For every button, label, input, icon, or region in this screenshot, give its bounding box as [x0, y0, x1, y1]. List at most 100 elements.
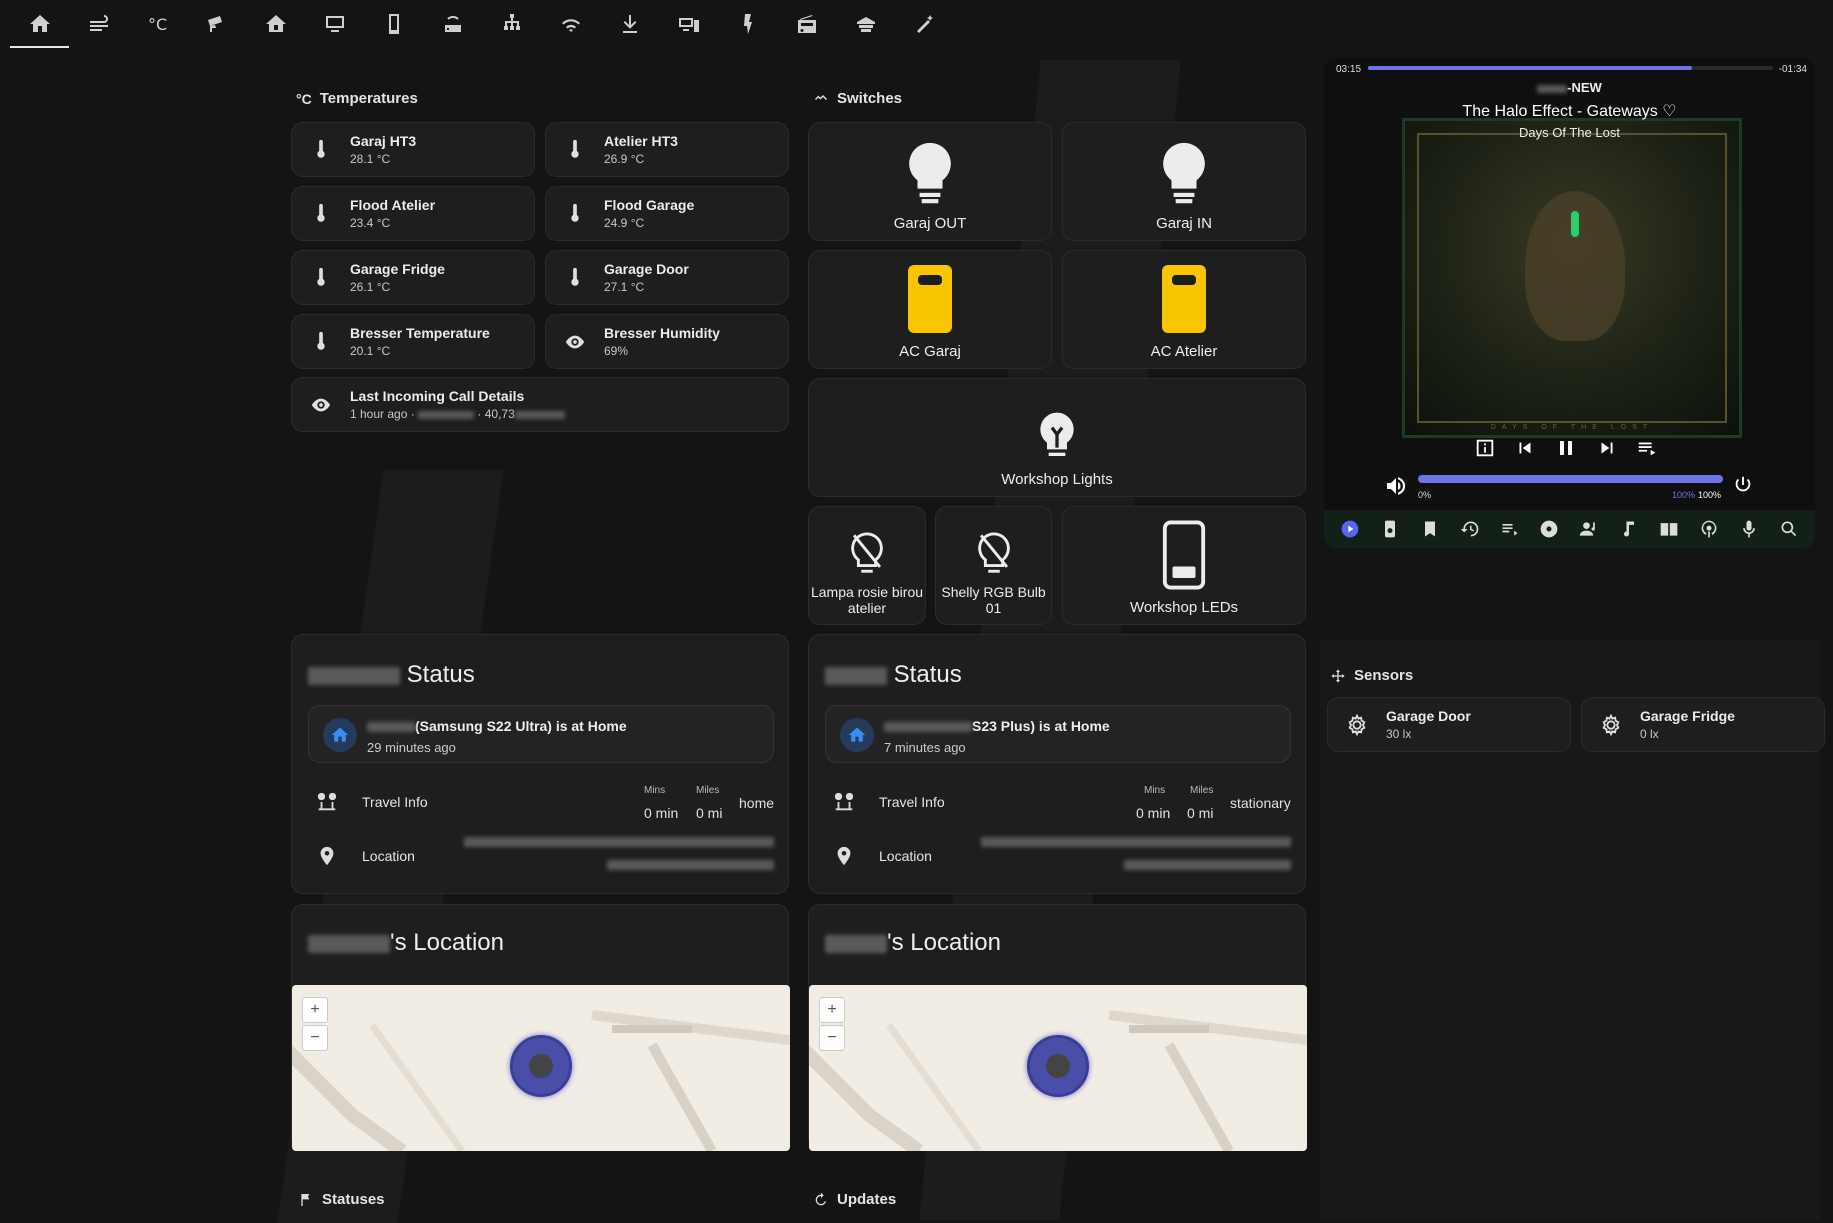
eye-icon	[546, 331, 604, 353]
person1-marker[interactable]	[510, 1035, 572, 1097]
switch-garaj-in[interactable]: Garaj IN	[1062, 122, 1306, 241]
temperature-name: Garage Fridge	[350, 261, 445, 277]
download-icon	[622, 15, 637, 33]
temperature-card[interactable]: Flood Atelier 23.4 °C	[291, 186, 535, 241]
switch-label: AC Garaj	[899, 342, 961, 360]
library-icon[interactable]	[1659, 519, 1679, 539]
person2-map[interactable]: + −	[809, 985, 1307, 1151]
zoom-out-icon[interactable]: −	[819, 1025, 845, 1051]
volume-track[interactable]	[1418, 475, 1723, 483]
temperature-name: Garage Door	[604, 261, 689, 277]
queue-icon[interactable]	[1636, 437, 1658, 459]
temperature-card[interactable]: Garage Door 27.1 °C	[545, 250, 789, 305]
nav-tab-devices[interactable]	[659, 0, 718, 48]
switch-lampa-rosie-birou-atelier[interactable]: Lampa rosie birou atelier	[808, 506, 926, 625]
temperature-state: 69%	[604, 344, 629, 358]
microphone-icon[interactable]	[1739, 519, 1759, 539]
network-icon	[503, 14, 520, 30]
updates-header: Updates	[813, 1191, 896, 1208]
weather-icon	[89, 15, 108, 31]
person2-travel-label: Travel Info	[879, 794, 945, 810]
bookmark-icon[interactable]	[1420, 519, 1440, 539]
nav-tab-phone[interactable]	[364, 0, 423, 48]
home-icon	[840, 718, 874, 752]
heart-icon[interactable]: ♡	[1662, 103, 1676, 120]
update-icon	[815, 1192, 827, 1205]
podcast-icon[interactable]	[1699, 519, 1719, 539]
statuses-title: Statuses	[322, 1191, 385, 1208]
nav-tab-home[interactable]	[10, 0, 69, 48]
music-note-icon[interactable]	[1619, 519, 1639, 539]
switch-garaj-out[interactable]: Garaj OUT	[808, 122, 1052, 241]
zoom-in-icon[interactable]: +	[302, 997, 328, 1023]
temperature-card[interactable]: Flood Garage 24.9 °C	[545, 186, 789, 241]
info-icon[interactable]	[1474, 437, 1496, 459]
power-icon[interactable]	[1732, 474, 1754, 496]
speaker-icon[interactable]	[1380, 519, 1400, 539]
nav-tab-monitor[interactable]	[305, 0, 364, 48]
nav-tab-vacuum[interactable]	[718, 0, 777, 48]
temperature-card[interactable]: Bresser Temperature 20.1 °C	[291, 314, 535, 369]
toggle-icon	[815, 94, 827, 100]
temperature-card[interactable]: Garaj HT3 28.1 °C	[291, 122, 535, 177]
person1-map[interactable]: + −	[292, 985, 790, 1151]
temperature-state: 26.1 °C	[350, 280, 391, 294]
radio-icon	[797, 15, 816, 33]
temperature-name: Garaj HT3	[350, 133, 417, 149]
nav-tab-magic-wand[interactable]	[895, 0, 954, 48]
nav-tab-garage[interactable]	[836, 0, 895, 48]
switch-workshop-leds[interactable]: Workshop LEDs	[1062, 506, 1306, 625]
sensor-name: Garage Door	[1386, 708, 1471, 724]
switches-header: Switches	[813, 90, 902, 107]
disc-icon[interactable]	[1539, 519, 1559, 539]
playlist-icon[interactable]	[1500, 519, 1520, 539]
sensor-card[interactable]: Garage Door 30 lx	[1327, 697, 1571, 752]
person1-travel-label: Travel Info	[362, 794, 428, 810]
statuses-header: Statuses	[298, 1191, 385, 1208]
switch-shelly-rgb-bulb-01[interactable]: Shelly RGB Bulb 01	[935, 506, 1052, 625]
last-call-card[interactable]: Last Incoming Call Details 1 hour ago · …	[291, 377, 789, 432]
nav-tab-cctv[interactable]	[187, 0, 246, 48]
person1-status-title: Status	[406, 661, 475, 688]
switch-workshop-lights[interactable]: Workshop Lights	[808, 378, 1306, 497]
nav-tab-network[interactable]	[482, 0, 541, 48]
switch-label: Workshop Lights	[1001, 470, 1113, 488]
previous-track-icon[interactable]	[1514, 437, 1536, 459]
history-icon[interactable]	[1460, 519, 1480, 539]
progress-track[interactable]	[1368, 66, 1773, 70]
home-outline-icon	[265, 15, 286, 32]
person2-marker[interactable]	[1027, 1035, 1089, 1097]
nav-tab-temperature[interactable]: °C	[128, 0, 187, 48]
switch-label: AC Atelier	[1150, 342, 1218, 360]
nav-tab-radio[interactable]	[777, 0, 836, 48]
nav-tab-weather[interactable]	[69, 0, 128, 48]
switch-ac-garaj[interactable]: AC Garaj	[808, 250, 1052, 369]
person1-device-pill[interactable]: (Samsung S22 Ultra) is at Home 29 minute…	[308, 705, 774, 763]
temperatures-title: Temperatures	[319, 90, 418, 107]
switch-ac-atelier[interactable]: AC Atelier	[1062, 250, 1306, 369]
person1-location-label: Location	[362, 848, 415, 864]
temperature-card[interactable]: Garage Fridge 26.1 °C	[291, 250, 535, 305]
wifi-icon	[561, 19, 580, 32]
person2-device-pill[interactable]: S23 Plus) is at Home 7 minutes ago	[825, 705, 1291, 763]
nav-tab-wifi[interactable]	[541, 0, 600, 48]
home-icon	[323, 718, 357, 752]
next-track-icon[interactable]	[1596, 437, 1618, 459]
zoom-in-icon[interactable]: +	[819, 997, 845, 1023]
devices-icon	[678, 18, 699, 32]
search-icon[interactable]	[1779, 519, 1799, 539]
play-icon[interactable]	[1340, 519, 1360, 539]
sensor-card[interactable]: Garage Fridge 0 lx	[1581, 697, 1825, 752]
temperature-card[interactable]: Atelier HT3 26.9 °C	[545, 122, 789, 177]
nav-tab-home-outline[interactable]	[246, 0, 305, 48]
nav-tab-download[interactable]	[600, 0, 659, 48]
light-off-icon	[974, 531, 1014, 580]
zoom-out-icon[interactable]: −	[302, 1025, 328, 1051]
temperature-card[interactable]: Bresser Humidity 69%	[545, 314, 789, 369]
temperature-icon: °C	[148, 15, 167, 34]
sensor-name: Garage Fridge	[1640, 708, 1735, 724]
artist-icon[interactable]	[1579, 519, 1599, 539]
volume-icon[interactable]	[1384, 474, 1408, 498]
pause-icon[interactable]	[1554, 436, 1578, 460]
nav-tab-router[interactable]	[423, 0, 482, 48]
